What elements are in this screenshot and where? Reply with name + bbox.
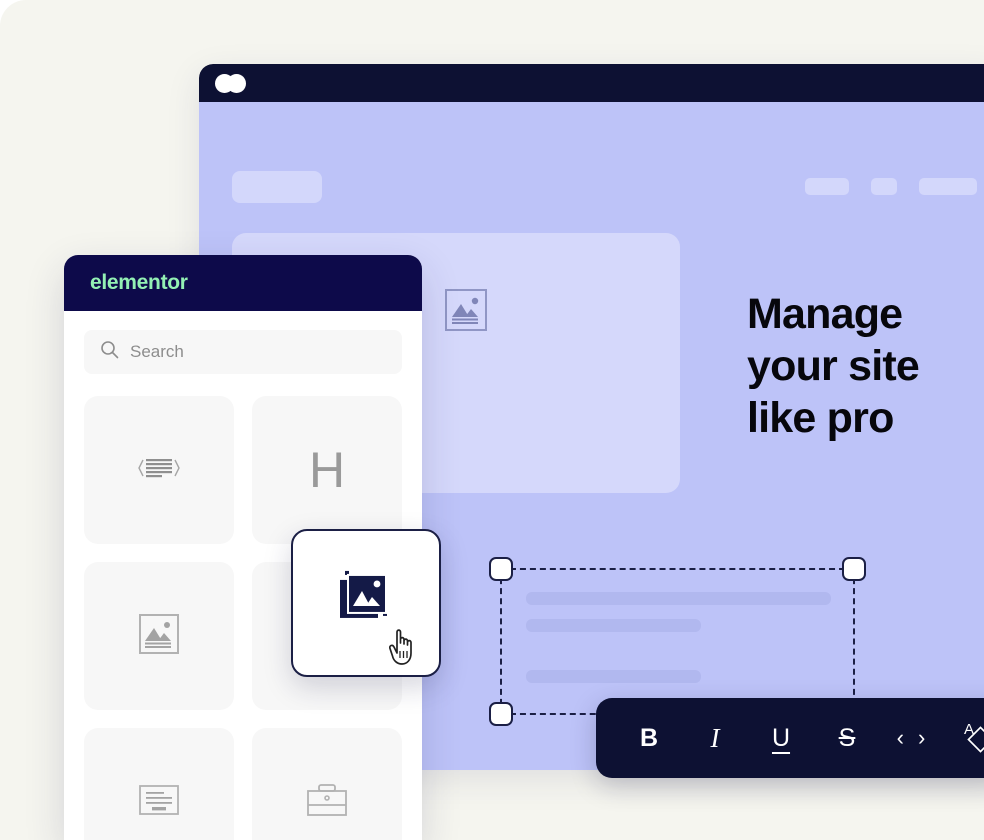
code-button[interactable]: ‹ ›	[880, 698, 946, 778]
heading-icon: H	[308, 442, 346, 498]
briefcase-icon	[306, 783, 348, 822]
canvas-logo-placeholder[interactable]	[232, 171, 322, 203]
page-root: Manage your site like pro B I U S ‹ › A …	[0, 0, 984, 840]
text-color-button[interactable]: A	[946, 698, 984, 778]
bold-button[interactable]: B	[616, 698, 682, 778]
image-icon	[139, 613, 179, 659]
canvas-nav	[805, 178, 977, 195]
widget-text-card[interactable]	[84, 728, 234, 840]
selection-box[interactable]	[489, 557, 866, 726]
page-title-line-3: like pro	[747, 394, 894, 442]
underline-button[interactable]: U	[748, 698, 814, 778]
widget-portfolio[interactable]	[252, 728, 402, 840]
format-toolbar: B I U S ‹ › A	[596, 698, 984, 778]
strikethrough-button[interactable]: S	[814, 698, 880, 778]
skeleton-line-2	[526, 619, 701, 632]
window-dot-right-icon[interactable]	[227, 74, 246, 93]
text-editor-icon	[137, 453, 181, 488]
image-placeholder-icon	[445, 289, 487, 336]
widget-heading[interactable]: H	[252, 396, 402, 544]
canvas-nav-item-3[interactable]	[919, 178, 977, 195]
drag-preview-card[interactable]	[291, 529, 441, 677]
window-controls[interactable]	[215, 74, 257, 93]
image-icon-filled	[339, 570, 393, 627]
window-titlebar	[199, 64, 984, 102]
selection-content-skeleton	[526, 592, 836, 683]
resize-handle-top-right[interactable]	[842, 557, 866, 581]
search-input[interactable]: Search	[84, 330, 402, 374]
pointing-hand-cursor	[386, 623, 424, 672]
canvas-nav-item-1[interactable]	[805, 178, 849, 195]
search-icon	[100, 340, 119, 364]
resize-handle-bottom-left[interactable]	[489, 702, 513, 726]
text-card-icon	[139, 784, 179, 820]
widget-image[interactable]	[84, 562, 234, 710]
search-placeholder: Search	[130, 342, 184, 361]
skeleton-line-3	[526, 670, 701, 683]
panel-header: elementor	[64, 255, 422, 311]
page-title-line-2: your site	[747, 342, 920, 390]
elementor-logo: elementor	[90, 271, 188, 294]
page-title: Manage your site like pro	[747, 288, 984, 444]
canvas-nav-item-2[interactable]	[871, 178, 897, 195]
skeleton-line-1	[526, 592, 831, 605]
widget-text-editor[interactable]	[84, 396, 234, 544]
resize-handle-top-left[interactable]	[489, 557, 513, 581]
page-title-line-1: Manage	[747, 290, 903, 338]
italic-button[interactable]: I	[682, 698, 748, 778]
search-row: Search	[64, 311, 422, 374]
text-color-icon: A	[962, 719, 984, 758]
